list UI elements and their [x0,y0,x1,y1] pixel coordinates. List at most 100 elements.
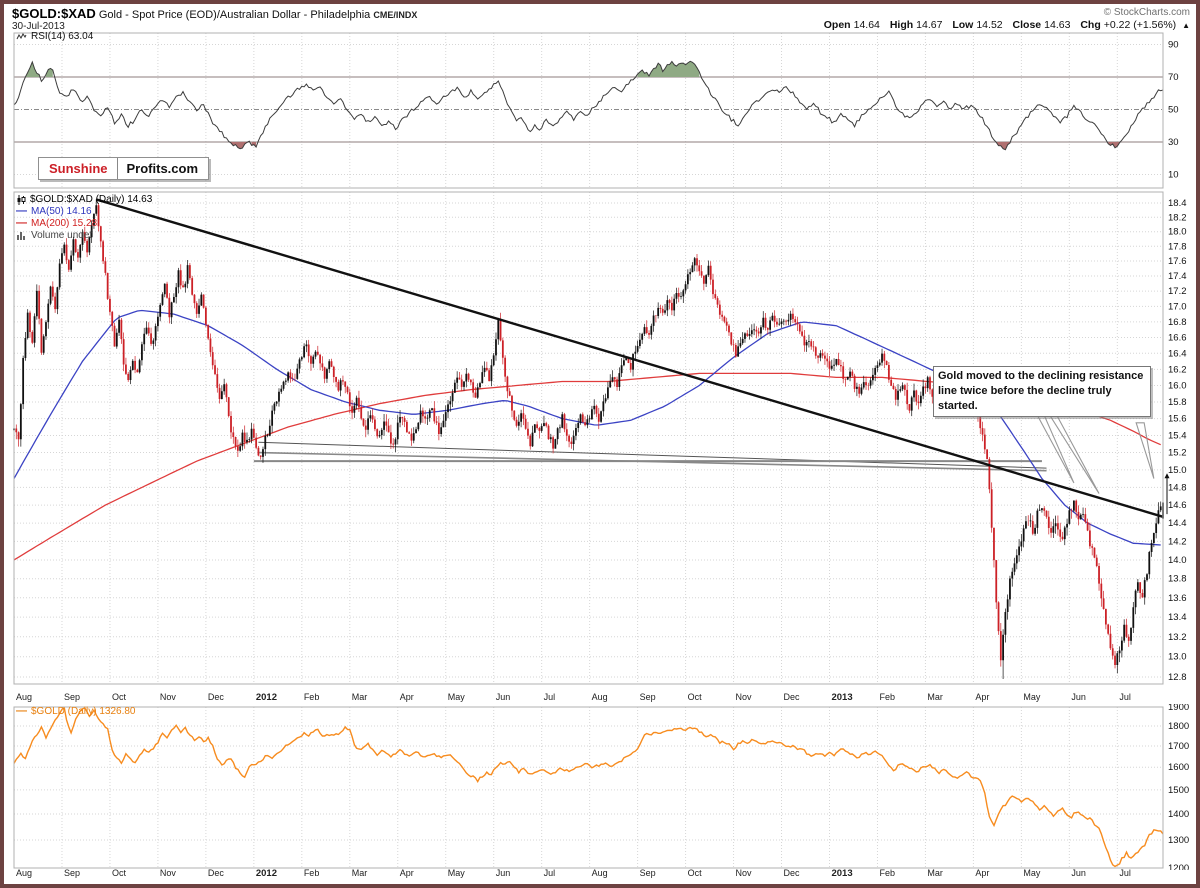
x-axis-month-label: May [448,868,465,878]
indicator-icon [16,32,27,41]
annotation-line2: line twice before the decline truly star… [938,384,1146,414]
ma200-line-icon: — [16,218,27,229]
axis-tick-label: 1500 [1168,785,1189,796]
axis-tick-label: 13.2 [1168,632,1187,643]
main-y-axis: 18.418.218.017.817.617.417.217.016.816.6… [1168,198,1187,683]
x-axis-month-label: Sep [640,692,656,702]
copyright-label: © StockCharts.com [1104,7,1190,18]
x-axis-month-label: Mar [352,868,368,878]
candlestick-icon [16,195,26,205]
x-axis-month-label: Dec [208,692,224,702]
rsi-legend-label: RSI(14) 63.04 [31,31,93,42]
axis-tick-label: 15.6 [1168,414,1187,425]
axis-tick-label: 1900 [1168,704,1189,713]
axis-tick-label: 1700 [1168,741,1189,752]
x-axis-month-label: Aug [16,868,32,878]
axis-tick-label: 1600 [1168,762,1189,773]
sunshine-profits-logo: Sunshine Profits.com [38,157,209,180]
chart-title: $GOLD:$XAD Gold - Spot Price (EOD)/Austr… [12,6,417,21]
axis-tick-label: 15.2 [1168,448,1187,459]
rsi-oversold-fill [231,142,1120,150]
volume-legend-row: Volume undef [16,230,152,241]
gold-line-icon: — [16,706,27,717]
x-axis-month-label: Dec [784,868,800,878]
axis-tick-label: 17.4 [1168,271,1187,282]
x-axis-month-label: Dec [208,868,224,878]
logo-part1: Sunshine [39,158,118,179]
axis-tick-label: 16.6 [1168,332,1187,343]
main-chart-svg: 18.418.218.017.817.617.417.217.016.816.6… [4,186,1196,694]
volume-bars-icon [16,231,27,240]
axis-tick-label: 18.2 [1168,212,1187,223]
axis-tick-label: 14.2 [1168,536,1187,547]
x-axis-month-label: Oct [112,692,126,702]
annotation-arrows [1031,404,1154,494]
gold-legend: — $GOLD (Daily) 1326.80 [16,706,136,717]
symbol-label: $GOLD:$XAD [12,6,96,21]
symbol-description: Gold - Spot Price (EOD)/Australian Dolla… [99,9,370,21]
x-axis-month-label: Sep [64,692,80,702]
x-axis-month-label: Nov [160,692,176,702]
axis-tick-label: 16.8 [1168,317,1187,328]
axis-tick-label: 17.2 [1168,286,1187,297]
x-axis-month-label: Feb [304,692,320,702]
x-axis-month-label: Jul [1119,868,1131,878]
x-axis-month-label: Apr [400,692,414,702]
annotation-callout: Gold moved to the declining resistance l… [933,366,1151,417]
chart-frame: $GOLD:$XAD Gold - Spot Price (EOD)/Austr… [0,0,1200,888]
axis-tick-label: 14.4 [1168,518,1187,529]
axis-tick-label: 10 [1168,170,1179,181]
x-axis-month-label: May [1023,868,1040,878]
ma50-legend-row: — MA(50) 14.16 [16,206,152,217]
axis-tick-label: 1300 [1168,835,1189,846]
axis-tick-label: 1400 [1168,809,1189,820]
gold-legend-label: $GOLD (Daily) 1326.80 [31,706,136,717]
axis-tick-label: 15.4 [1168,430,1187,441]
x-axis-month-label: Feb [879,868,895,878]
x-axis-month-label: Mar [927,868,943,878]
x-axis-month-label: Mar [927,692,943,702]
axis-tick-label: 17.0 [1168,301,1187,312]
axis-tick-label: 15.0 [1168,465,1187,476]
x-axis-labels-bottom: AugSepOctNovDec2012FebMarAprMayJunJulAug… [4,868,1196,881]
axis-tick-label: 1800 [1168,721,1189,732]
logo-part2: Profits.com [118,158,209,179]
exchange-label: CME/INDX [373,10,417,20]
volume-legend-label: Volume undef [31,230,92,241]
axis-tick-label: 30 [1168,137,1179,148]
annotation-line1: Gold moved to the declining resistance [938,369,1146,384]
main-grid [14,192,1163,684]
x-axis-month-label: Sep [640,868,656,878]
x-axis-month-label: Nov [160,868,176,878]
candlesticks [14,199,1163,679]
axis-tick-label: 50 [1168,105,1179,116]
x-axis-month-label: Jun [496,692,511,702]
x-axis-month-label: Sep [64,868,80,878]
x-axis-month-label: Jun [1071,692,1086,702]
main-legend-symbol: $GOLD:$XAD (Daily) 14.63 [30,194,152,205]
axis-tick-label: 14.8 [1168,482,1187,493]
axis-tick-label: 14.6 [1168,500,1187,511]
x-axis-month-label: Jul [544,868,556,878]
gold-panel-svg: 19001800170016001500140013001200 [4,704,1196,870]
rsi-y-axis: 9070503010 [1168,40,1179,181]
x-axis-month-label: Nov [736,868,752,878]
x-axis-month-label: Feb [304,868,320,878]
ma50-line-icon: — [16,206,27,217]
x-axis-month-label: Jun [496,868,511,878]
ma200-legend-label: MA(200) 15.28 [31,218,97,229]
axis-tick-label: 13.4 [1168,612,1187,623]
x-axis-month-label: Aug [592,868,608,878]
main-legend-symbol-row: $GOLD:$XAD (Daily) 14.63 [16,194,152,205]
x-axis-month-label: 2012 [256,868,277,879]
x-axis-month-label: Aug [592,692,608,702]
rsi-line [14,61,1163,149]
axis-tick-label: 13.6 [1168,593,1187,604]
chg-up-arrow-icon: ▲ [1182,21,1190,30]
resistance-trendline [96,199,1163,516]
axis-tick-label: 12.8 [1168,672,1187,683]
gold-y-axis: 19001800170016001500140013001200 [1168,704,1189,870]
x-axis-month-label: Jul [544,692,556,702]
x-axis-month-label: 2012 [256,692,277,703]
axis-tick-label: 90 [1168,40,1179,51]
